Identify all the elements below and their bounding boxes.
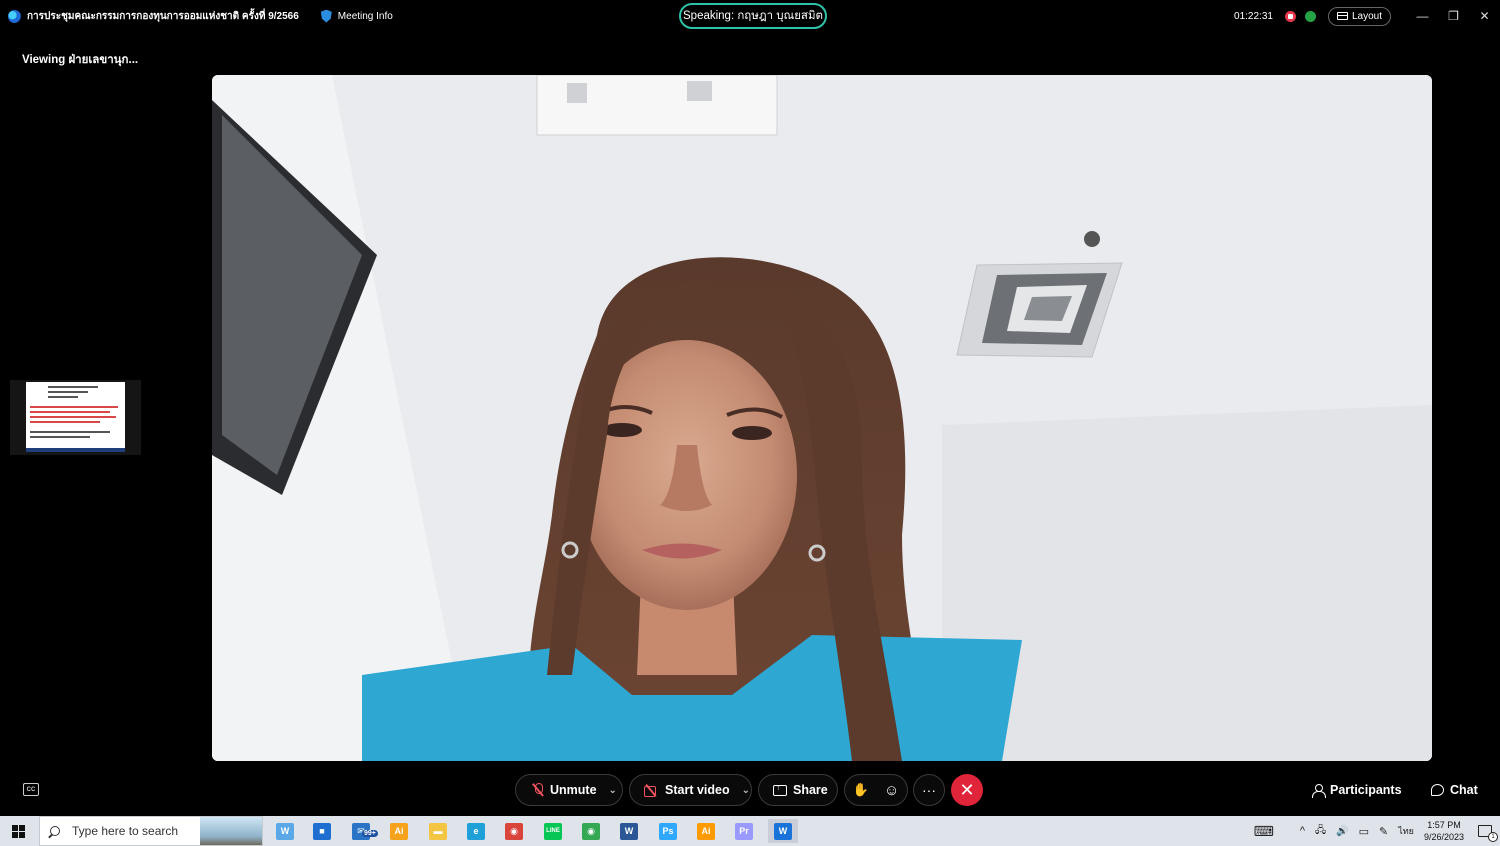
layout-button[interactable]: Layout — [1327, 6, 1391, 26]
chrome-profile-icon: ◉ — [582, 822, 600, 840]
start-video-label: Start video — [665, 783, 730, 797]
edge-taskbar-button[interactable]: e — [461, 819, 491, 843]
title-right: 01:22:31 Layout — ❐ ✕ — [1234, 0, 1500, 32]
speaking-label: Speaking: กฤษฎา บุณยสมิต — [683, 10, 823, 22]
illustrator-2-taskbar-button[interactable]: Ai — [691, 819, 721, 843]
webex-taskbar-taskbar-button[interactable]: W — [270, 819, 300, 843]
search-icon — [50, 826, 60, 836]
mail-taskbar-button[interactable]: ✉ 99+ — [346, 819, 378, 843]
share-label: Share — [793, 783, 828, 797]
share-screen-icon — [773, 782, 787, 796]
line-taskbar-button[interactable]: LINE — [538, 819, 568, 843]
minimize-button[interactable]: — — [1407, 0, 1438, 32]
shield-icon[interactable] — [320, 9, 332, 23]
hand-reactions-group: ✋ ☺ — [844, 774, 908, 806]
chat-label: Chat — [1450, 783, 1478, 797]
unmute-button[interactable]: Unmute ⌄ — [515, 774, 623, 806]
photoshop-taskbar-button[interactable]: Ps — [653, 819, 683, 843]
premiere-taskbar-button[interactable]: Pr — [729, 819, 759, 843]
chrome-icon: ◉ — [505, 822, 523, 840]
word-icon: W — [620, 822, 638, 840]
speaker-video-frame — [212, 75, 1432, 761]
search-placeholder: Type here to search — [72, 824, 179, 838]
illustrator-icon: Ai — [390, 822, 408, 840]
language-indicator[interactable]: ไทย — [1398, 824, 1414, 838]
participants-icon — [1312, 783, 1326, 798]
network-icon[interactable]: 🖧 — [1315, 823, 1326, 840]
notification-center-icon[interactable]: 1 — [1478, 825, 1498, 842]
title-left: การประชุมคณะกรรมการกองทุนการออมแห่งชาติ … — [8, 0, 393, 32]
touch-keyboard-icon[interactable]: ⌨ — [1254, 823, 1274, 840]
start-video-button[interactable]: Start video ⌄ — [629, 774, 752, 806]
meeting-timer: 01:22:31 — [1234, 10, 1273, 22]
unmute-label: Unmute — [550, 783, 597, 797]
display-icon[interactable]: ▭ — [1359, 825, 1369, 838]
webex-logo-icon — [8, 9, 21, 23]
chevron-down-icon[interactable]: ⌄ — [609, 785, 617, 796]
meeting-info-link[interactable]: Meeting Info — [338, 11, 393, 22]
store-taskbar-button[interactable]: ■ — [307, 819, 337, 843]
chevron-down-icon[interactable]: ⌄ — [742, 785, 750, 796]
taskbar-search-box[interactable]: Type here to search — [39, 816, 263, 846]
share-button[interactable]: Share — [758, 774, 838, 806]
layout-label: Layout — [1351, 10, 1382, 22]
close-button[interactable]: ✕ — [1469, 0, 1500, 32]
speaking-indicator: Speaking: กฤษฎา บุณยสมิต — [679, 3, 827, 29]
windows-taskbar: Type here to search W ■ ✉ 99+ Ai ▬ e ◉ LINE ◉ W Ps A… — [0, 816, 1500, 846]
chrome-profile-taskbar-button[interactable]: ◉ — [576, 819, 606, 843]
clock-time: 1:57 PM — [1427, 820, 1461, 830]
mail-badge: 99+ — [362, 830, 378, 837]
meeting-title: การประชุมคณะกรรมการกองทุนการออมแห่งชาติ … — [27, 10, 299, 22]
clock-date: 9/26/2023 — [1423, 832, 1464, 842]
leave-meeting-button[interactable]: ✕ — [951, 774, 983, 806]
store-icon: ■ — [313, 822, 331, 840]
pen-icon[interactable]: ✎ — [1379, 825, 1388, 838]
shared-slide-preview — [26, 382, 125, 452]
volume-icon[interactable]: 🔊 — [1336, 826, 1348, 837]
mic-off-icon — [532, 783, 544, 797]
shared-content-thumbnail[interactable] — [10, 380, 141, 455]
word-taskbar-button[interactable]: W — [614, 819, 644, 843]
line-icon: LINE — [544, 822, 562, 840]
active-speaker-video[interactable] — [212, 75, 1432, 761]
reactions-icon[interactable]: ☺ — [884, 782, 899, 799]
participants-label: Participants — [1330, 783, 1402, 797]
recording-icon[interactable] — [1284, 10, 1296, 22]
raise-hand-icon[interactable]: ✋ — [853, 782, 869, 798]
file-explorer-taskbar-button[interactable]: ▬ — [423, 819, 453, 843]
file-explorer-icon: ▬ — [429, 822, 447, 840]
illustrator-2-icon: Ai — [697, 822, 715, 840]
camera-off-icon — [644, 785, 659, 797]
layout-icon — [1336, 12, 1348, 20]
chat-button[interactable]: Chat — [1431, 780, 1478, 800]
chat-icon — [1431, 784, 1444, 796]
restore-button[interactable]: ❐ — [1438, 0, 1469, 32]
participants-button[interactable]: Participants — [1312, 780, 1402, 800]
windows-start-icon[interactable] — [12, 825, 25, 838]
title-bar: การประชุมคณะกรรมการกองทุนการออมแห่งชาติ … — [0, 0, 1500, 32]
notification-count: 1 — [1488, 832, 1498, 842]
search-highlight-image — [200, 817, 262, 845]
system-tray: ⌨ ^ 🖧 🔊 ▭ ✎ ไทย 1:57 PM 9/26/2023 1 — [1254, 816, 1500, 846]
webex-meeting-taskbar-taskbar-button[interactable]: W — [768, 819, 798, 843]
illustrator-taskbar-button[interactable]: Ai — [384, 819, 414, 843]
taskbar-clock[interactable]: 1:57 PM 9/26/2023 — [1424, 819, 1464, 843]
connection-status-icon[interactable] — [1304, 10, 1316, 22]
edge-icon: e — [467, 822, 485, 840]
closed-captions-button[interactable]: CC — [23, 783, 39, 796]
tray-chevron-icon[interactable]: ^ — [1300, 825, 1305, 837]
viewing-label: Viewing ฝ่ายเลขานุก... — [22, 54, 139, 66]
premiere-icon: Pr — [735, 822, 753, 840]
webex-meeting-taskbar-icon: W — [774, 822, 792, 840]
chrome-taskbar-button[interactable]: ◉ — [499, 819, 529, 843]
more-options-button[interactable]: ··· — [913, 774, 945, 806]
webex-taskbar-icon: W — [276, 822, 294, 840]
photoshop-icon: Ps — [659, 822, 677, 840]
